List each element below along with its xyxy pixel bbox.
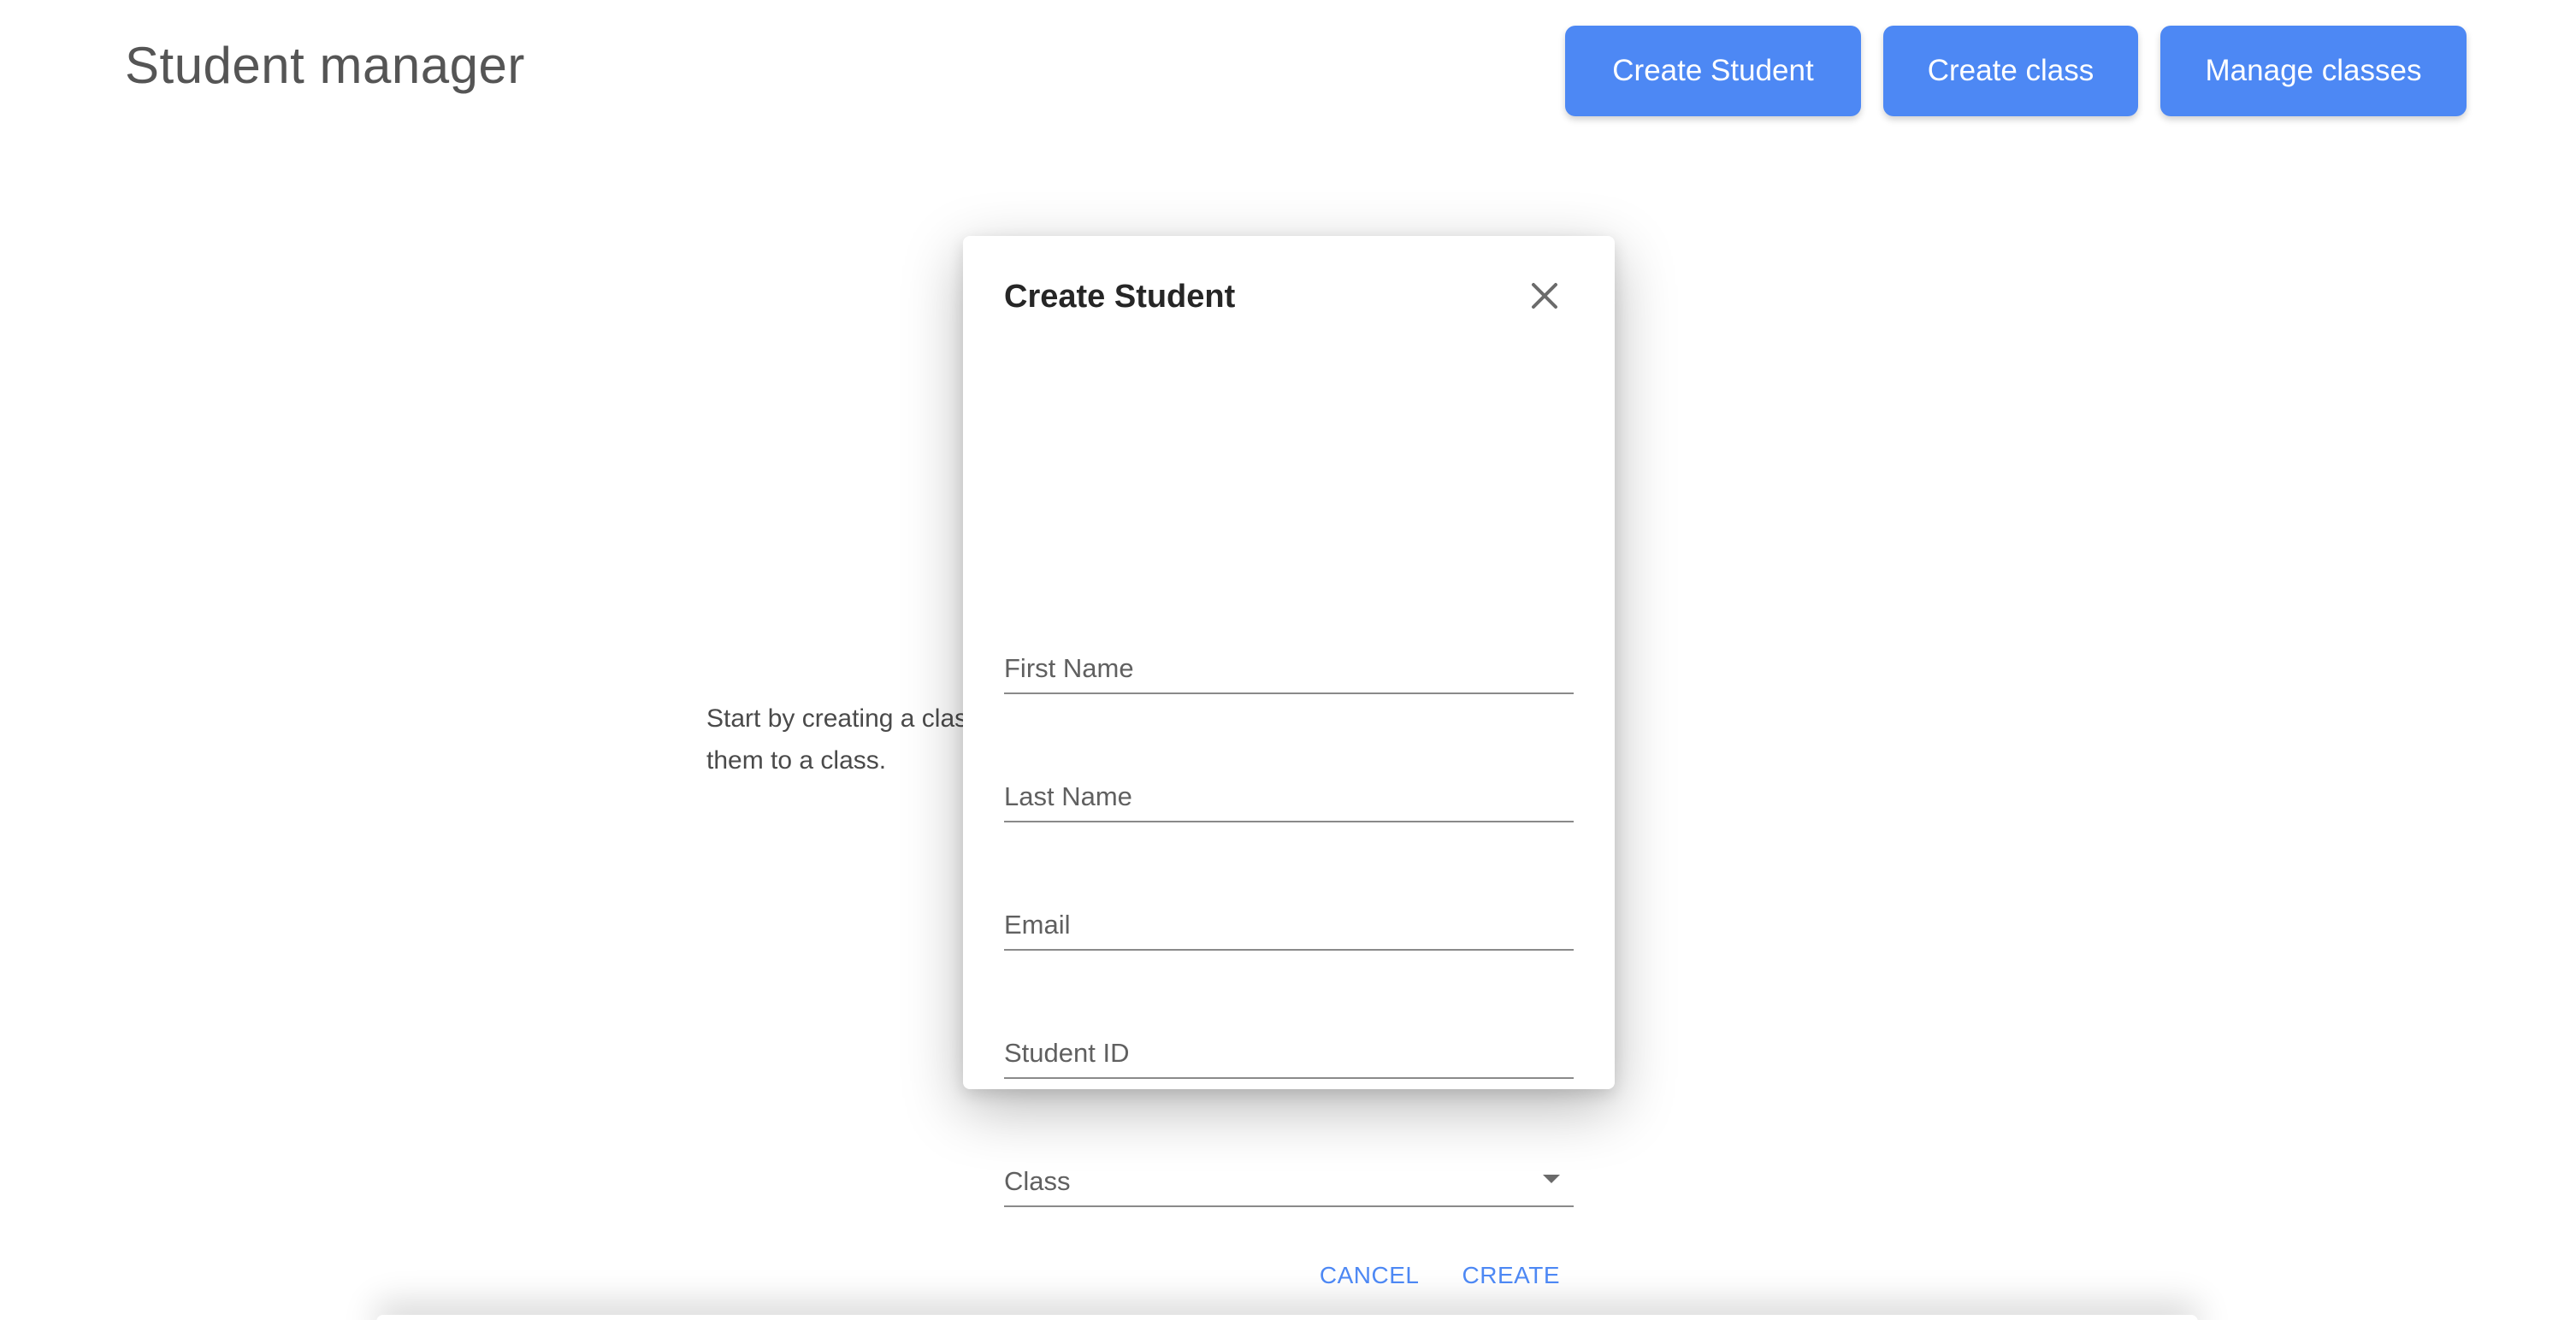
last-name-field xyxy=(1004,763,1574,822)
app-title: Student manager xyxy=(125,37,525,94)
page: Student manager Create Student Create cl… xyxy=(0,0,2576,1320)
class-select[interactable]: Class xyxy=(1004,1147,1574,1207)
email-field xyxy=(1004,891,1574,951)
first-name-input[interactable] xyxy=(1004,653,1574,684)
create-student-dialog: Create Student Class CANCEL CREATE xyxy=(963,236,1615,1288)
first-name-field xyxy=(1004,634,1574,694)
student-id-input[interactable] xyxy=(1004,1038,1574,1069)
class-select-label: Class xyxy=(1004,1166,1071,1196)
content-card-edge xyxy=(376,1315,2198,1320)
chevron-down-icon xyxy=(1543,1175,1560,1183)
close-button[interactable] xyxy=(1522,274,1567,318)
create-button[interactable]: CREATE xyxy=(1462,1262,1561,1289)
create-class-button[interactable]: Create class xyxy=(1883,26,2138,116)
dialog-title: Create Student xyxy=(1004,279,1236,315)
dialog-actions: CANCEL CREATE xyxy=(1320,1262,1560,1289)
create-student-button[interactable]: Create Student xyxy=(1565,26,1861,116)
manage-classes-button[interactable]: Manage classes xyxy=(2160,26,2467,116)
header-actions: Create Student Create class Manage class… xyxy=(1565,26,2467,116)
email-input[interactable] xyxy=(1004,910,1574,940)
last-name-input[interactable] xyxy=(1004,781,1574,812)
cancel-button[interactable]: CANCEL xyxy=(1320,1262,1420,1289)
student-id-field xyxy=(1004,1019,1574,1079)
close-icon xyxy=(1532,283,1557,309)
